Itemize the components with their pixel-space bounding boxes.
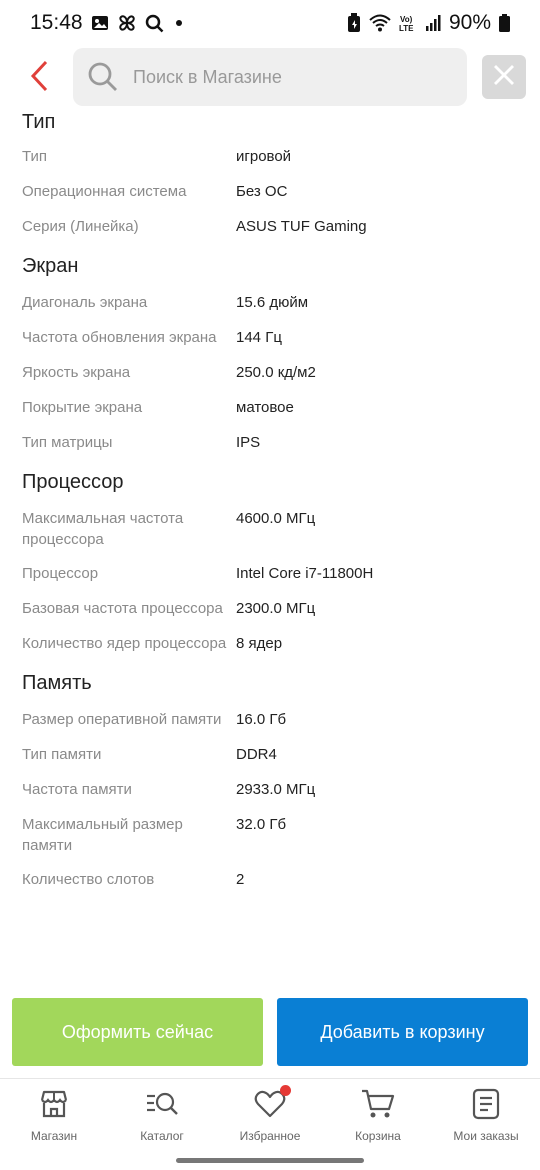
battery-icon [499, 14, 510, 32]
section-title: Тип [22, 111, 56, 133]
spec-value: матовое [236, 399, 294, 416]
spec-row: Количество слотов 2 [0, 863, 540, 898]
spec-label: Серия (Линейка) [22, 218, 139, 235]
spec-row: Яркость экрана 250.0 кд/м2 [0, 356, 540, 391]
spec-row: Базовая частота процессора 2300.0 МГц [0, 592, 540, 627]
spec-row: Частота памяти 2933.0 МГц [0, 773, 540, 808]
spec-value: 2933.0 МГц [236, 781, 316, 798]
nav-item-favorites[interactable]: Избранное [216, 1085, 324, 1147]
store-icon [37, 1087, 71, 1121]
wifi-icon [369, 14, 391, 32]
home-indicator[interactable] [176, 1158, 364, 1163]
spec-value: ASUS TUF Gaming [236, 218, 367, 235]
status-time: 15:48 [30, 11, 83, 34]
spec-label: Тип [22, 148, 48, 165]
nav-label: Мои заказы [453, 1129, 519, 1143]
spec-label: Частота памяти [22, 781, 132, 798]
close-icon [493, 64, 515, 91]
signal-icon [425, 14, 441, 32]
spec-value: Intel Core i7-11800H [236, 565, 374, 582]
spec-value: Без ОС [236, 183, 288, 200]
nav-label: Магазин [30, 1129, 78, 1143]
pinwheel-icon [117, 13, 137, 33]
spec-row: Максимальная частота процессора 4600.0 М… [0, 502, 540, 557]
spec-row: Тип игровой [0, 140, 540, 175]
spec-label: Размер оперативной памяти [22, 711, 222, 728]
spec-row: Процессор Intel Core i7-11800H [0, 557, 540, 592]
spec-row: Серия (Линейка) ASUS TUF Gaming [0, 210, 540, 245]
heart-icon [253, 1085, 291, 1121]
spec-label: Максимальный размер памяти [22, 816, 183, 854]
spec-row: Тип матрицы IPS [0, 426, 540, 461]
nav-item-orders[interactable]: Мои заказы [432, 1087, 540, 1147]
spec-label: Процессор [22, 565, 99, 582]
nav-label: Корзина [355, 1129, 401, 1143]
spec-row: Частота обновления экрана 144 Гц [0, 321, 540, 356]
spec-value: 16.0 Гб [236, 711, 287, 728]
search-icon [87, 61, 119, 93]
section-title: Экран [22, 255, 79, 277]
spec-row: Операционная система Без ОС [0, 175, 540, 210]
spec-row: Тип памяти DDR4 [0, 738, 540, 773]
svg-text:Vo): Vo) [400, 15, 413, 24]
specifications-list[interactable]: Тип Тип игровой Операционная система Без… [0, 110, 540, 986]
chevron-left-icon [30, 60, 50, 97]
section-title: Память [22, 672, 92, 694]
svg-text:LTE: LTE [399, 24, 414, 33]
spec-label: Максимальная частота процессора [22, 510, 184, 548]
spec-label: Количество слотов [22, 871, 155, 888]
spec-value: 32.0 Гб [236, 816, 287, 833]
spec-value: 144 Гц [236, 329, 282, 346]
volte-icon: Vo) LTE [399, 13, 417, 33]
orders-icon [469, 1087, 503, 1121]
status-bar: 15:48 Vo) LTE 90% [0, 0, 540, 46]
bottom-navigation: Магазин Каталог Избранное Корзина Мои за… [0, 1078, 540, 1170]
catalog-search-icon [145, 1087, 179, 1121]
spec-label: Яркость экрана [22, 364, 131, 381]
nav-label: Каталог [140, 1129, 184, 1143]
spec-label: Операционная система [22, 183, 187, 200]
spec-row: Максимальный размер памяти 32.0 Гб [0, 808, 540, 863]
buy-now-button[interactable]: Оформить сейчас [12, 998, 263, 1066]
action-bar: Оформить сейчас Добавить в корзину [0, 986, 540, 1078]
nav-item-store[interactable]: Магазин [0, 1087, 108, 1147]
spec-value: 4600.0 МГц [236, 510, 316, 527]
spec-value: игровой [236, 148, 292, 165]
notification-dot [175, 20, 182, 26]
spec-label: Количество ядер процессора [22, 635, 227, 652]
spec-label: Тип памяти [22, 746, 102, 763]
add-to-cart-button[interactable]: Добавить в корзину [277, 998, 528, 1066]
back-button[interactable] [20, 58, 60, 98]
spec-value: 2300.0 МГц [236, 600, 316, 617]
spec-row: Покрытие экрана матовое [0, 391, 540, 426]
spec-value: 8 ядер [236, 635, 283, 652]
search-icon [145, 14, 164, 33]
spec-label: Диагональ экрана [22, 294, 148, 311]
search-bar[interactable] [73, 48, 467, 106]
favorites-badge [280, 1085, 291, 1096]
nav-label: Избранное [239, 1129, 301, 1143]
image-icon [91, 14, 109, 32]
nav-item-catalog[interactable]: Каталог [108, 1087, 216, 1147]
spec-row: Количество ядер процессора 8 ядер [0, 627, 540, 662]
header [0, 46, 540, 110]
spec-label: Частота обновления экрана [22, 329, 217, 346]
spec-row: Диагональ экрана 15.6 дюйм [0, 286, 540, 321]
spec-value: IPS [236, 434, 261, 451]
spec-label: Покрытие экрана [22, 399, 143, 416]
spec-value: DDR4 [236, 746, 277, 763]
nav-item-cart[interactable]: Корзина [324, 1087, 432, 1147]
spec-label: Базовая частота процессора [22, 600, 223, 617]
search-input[interactable] [133, 66, 433, 88]
cart-icon [361, 1087, 395, 1121]
battery-percent: 90% [448, 11, 491, 34]
spec-value: 2 [236, 871, 245, 888]
spec-row: Размер оперативной памяти 16.0 Гб [0, 703, 540, 738]
battery-saver-icon [347, 13, 361, 33]
section-title: Процессор [22, 471, 124, 493]
spec-value: 15.6 дюйм [236, 294, 309, 311]
clear-search-button[interactable] [482, 55, 526, 99]
spec-label: Тип матрицы [22, 434, 113, 451]
spec-value: 250.0 кд/м2 [236, 364, 316, 381]
